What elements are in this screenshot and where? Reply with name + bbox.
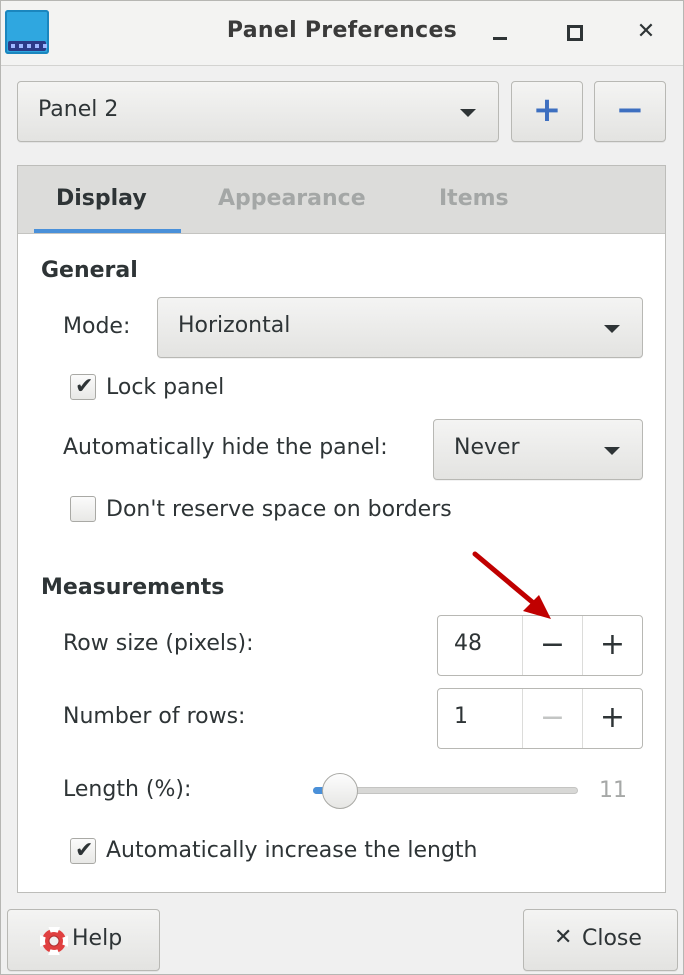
window-close-button[interactable]: ✕ [631,17,661,47]
rows-value[interactable]: 1 [454,704,468,729]
mode-label: Mode: [63,314,131,339]
lock-panel-label: Lock panel [106,375,225,400]
minus-icon: − [615,90,645,130]
close-button[interactable]: ✕ Close [523,909,678,971]
lock-panel-checkbox[interactable]: ✔ [70,374,96,400]
mode-value: Horizontal [178,313,291,338]
active-tab-indicator [34,229,181,233]
chevron-down-icon [604,447,620,455]
chevron-down-icon [604,325,620,333]
rows-decrement-button[interactable]: − [522,689,582,748]
autohide-value: Never [454,435,520,460]
row-size-increment-button[interactable]: + [582,616,642,675]
title-bar[interactable]: Panel Preferences ✕ [1,1,683,66]
mode-combobox[interactable]: Horizontal [157,297,643,358]
lifebuoy-icon [40,927,68,955]
panel-preferences-window: Panel Preferences ✕ Panel 2 + − Display … [0,0,684,975]
help-button[interactable]: Help [7,909,160,971]
minimize-button[interactable] [487,17,517,47]
autohide-combobox[interactable]: Never [433,419,643,480]
remove-panel-button[interactable]: − [594,81,666,142]
tab-bar: Display Appearance Items [18,166,665,234]
row-size-label: Row size (pixels): [63,631,254,656]
tab-items[interactable]: Items [439,186,509,211]
rows-label: Number of rows: [63,704,246,729]
plus-icon: + [532,90,562,130]
close-label: Close [582,926,642,951]
tab-appearance[interactable]: Appearance [218,186,366,211]
add-panel-button[interactable]: + [511,81,583,142]
length-slider-handle[interactable] [322,773,358,809]
panel-select-combobox[interactable]: Panel 2 [17,81,499,142]
annotation-arrow-icon [472,551,551,619]
length-value: 11 [599,778,627,803]
checkmark-icon: ✔ [75,838,94,863]
auto-length-checkbox[interactable]: ✔ [70,838,96,864]
checkmark-icon: ✔ [75,374,94,399]
row-size-value[interactable]: 48 [454,631,482,656]
autohide-label: Automatically hide the panel: [63,435,388,460]
reserve-space-label: Don't reserve space on borders [106,497,452,522]
chevron-down-icon [460,109,476,117]
help-label: Help [72,926,123,951]
length-label: Length (%): [63,777,192,802]
panel-select-value: Panel 2 [38,97,119,122]
rows-spinbutton: 1 − + [437,688,643,749]
auto-length-label: Automatically increase the length [106,838,478,863]
tab-display[interactable]: Display [56,186,147,211]
measurements-heading: Measurements [41,575,225,600]
rows-increment-button[interactable]: + [582,689,642,748]
general-heading: General [41,258,138,283]
maximize-button[interactable] [559,17,589,47]
reserve-space-checkbox[interactable] [70,496,96,522]
close-icon: ✕ [554,925,573,950]
